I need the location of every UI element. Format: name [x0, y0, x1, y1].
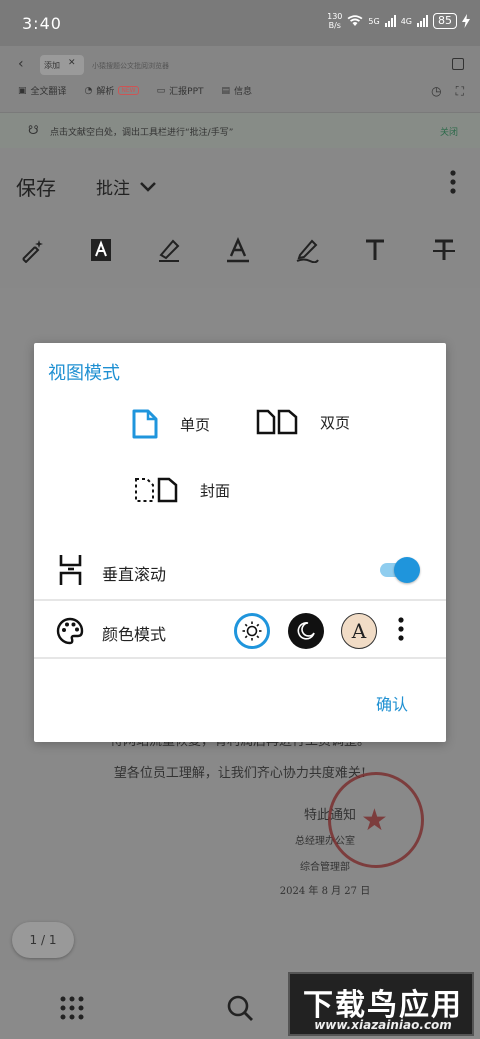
- chevron-down-icon: [140, 181, 156, 192]
- save-button[interactable]: 保存: [16, 172, 56, 201]
- single-page-option[interactable]: 单页: [132, 409, 210, 439]
- magic-pen-icon: [22, 240, 43, 263]
- mode-dropdown[interactable]: 批注: [96, 174, 156, 199]
- history-icon[interactable]: ◷: [431, 84, 441, 99]
- highlighter-icon: [159, 239, 180, 262]
- annotation-toolbar: 保存 批注: [0, 148, 480, 288]
- confirm-button[interactable]: 确认: [376, 691, 408, 715]
- cover-page-icon: [135, 477, 178, 503]
- hint-bar: ☋ 点击文献空白处，调出工具栏进行“批注/手写” 关闭: [0, 112, 480, 148]
- vertical-scroll-label: 垂直滚动: [102, 565, 167, 584]
- tab-row: ‹ 添加 ✕ 小猿搜题公文批阅浏览器: [0, 52, 480, 78]
- moon-icon: [297, 622, 315, 640]
- status-icons: 130 B/s 5G 4G 85: [327, 12, 470, 30]
- charging-icon: [462, 14, 470, 28]
- sun-icon: [242, 621, 262, 641]
- pen-tool[interactable]: [293, 236, 321, 264]
- strikethrough-icon: [432, 239, 455, 260]
- new-badge: NEW: [118, 86, 139, 95]
- status-time: 3:40: [22, 14, 62, 33]
- info-icon: ▤: [221, 85, 231, 96]
- hint-lightbulb-icon: ☋: [28, 123, 39, 137]
- text-box-tool[interactable]: [87, 236, 115, 264]
- single-page-icon: [132, 409, 158, 439]
- search-icon[interactable]: [226, 994, 254, 1022]
- single-page-label: 单页: [180, 415, 211, 434]
- battery-indicator: 85: [433, 13, 457, 29]
- dialog-title: 视图模式: [48, 363, 120, 384]
- strikethrough-tool[interactable]: [430, 236, 458, 264]
- browser-tools: ▣ 全文翻译 ◔ 解析 NEW ▭ 汇报PPT ▤ 信息: [18, 84, 253, 98]
- hint-close-button[interactable]: 关闭: [440, 125, 458, 138]
- mode-label: 批注: [96, 179, 130, 199]
- sepia-letter: A: [351, 619, 367, 643]
- signal-bars-icon: [417, 15, 428, 27]
- doc-line: 2024 年 8 月 27 日: [279, 886, 371, 897]
- signal-4g-label: 4G: [400, 16, 412, 26]
- back-icon[interactable]: ‹: [18, 56, 24, 72]
- vertical-scroll-row[interactable]: 垂直滚动: [34, 547, 446, 595]
- light-mode-button[interactable]: [234, 613, 270, 649]
- more-vertical-icon[interactable]: [450, 170, 456, 194]
- tab-switcher-icon[interactable]: [452, 58, 464, 70]
- tab-close-icon[interactable]: ✕: [68, 58, 76, 68]
- grid-icon[interactable]: [60, 996, 84, 1020]
- signal-bars-icon: [384, 15, 396, 27]
- text-box-icon: [90, 239, 111, 261]
- dark-mode-button[interactable]: [288, 613, 324, 649]
- wifi-icon: [347, 15, 363, 26]
- analyze-icon: ◔: [84, 85, 93, 96]
- doc-line: 望各位员工理解，让我们齐心协力共度难关!: [113, 766, 367, 781]
- tab-other[interactable]: 小猿搜题公文批阅浏览器: [92, 61, 169, 71]
- cover-label: 封面: [200, 481, 231, 500]
- hint-text: 点击文献空白处，调出工具栏进行“批注/手写”: [50, 128, 234, 138]
- status-bar: 3:40 130 B/s 5G 4G 85: [0, 0, 480, 46]
- official-seal: ★: [328, 772, 424, 868]
- ppt-icon: ▭: [156, 85, 166, 96]
- view-mode-dialog: 视图模式 单页 双页 封面 垂直滚动 颜色模式 A 确认: [34, 343, 446, 742]
- text-t-icon: [366, 239, 385, 260]
- text-underline-tool[interactable]: [224, 236, 252, 264]
- fullscreen-icon[interactable]: ⛶: [456, 84, 464, 99]
- translate-icon: ▣: [18, 85, 27, 96]
- vertical-scroll-toggle[interactable]: [378, 557, 420, 583]
- seal-star-icon: ★: [361, 803, 388, 838]
- watermark-url: www.xiazainiao.com: [314, 1018, 452, 1032]
- more-vertical-icon[interactable]: [398, 617, 404, 641]
- double-page-icon: [256, 409, 298, 435]
- signal-5g-label: 5G: [368, 16, 380, 26]
- page-indicator[interactable]: 1 / 1: [12, 922, 74, 958]
- divider: [34, 657, 446, 659]
- text-tool[interactable]: [361, 236, 389, 264]
- analyze-tool[interactable]: ◔ 解析 NEW: [85, 84, 139, 97]
- divider: [34, 599, 446, 601]
- watermark-logo: 下载鸟应用 www.xiazainiao.com: [288, 972, 474, 1036]
- palette-icon: [56, 617, 84, 645]
- color-mode-row: 颜色模式 A: [34, 603, 446, 659]
- network-speed: 130 B/s: [327, 12, 343, 30]
- ppt-tool[interactable]: ▭ 汇报PPT: [156, 84, 204, 98]
- color-mode-label: 颜色模式: [102, 625, 167, 644]
- doc-line: 综合管理部: [300, 862, 350, 873]
- translate-tool[interactable]: ▣ 全文翻译: [18, 84, 67, 98]
- browser-tools-right: ◷ ⛶: [431, 84, 464, 99]
- highlighter-tool[interactable]: [155, 236, 183, 264]
- sepia-mode-button[interactable]: A: [341, 613, 377, 649]
- double-page-label: 双页: [320, 413, 351, 432]
- info-tool[interactable]: ▤ 信息: [221, 84, 253, 98]
- tab-active[interactable]: 添加: [40, 55, 84, 75]
- vertical-scroll-icon: [59, 555, 82, 585]
- double-page-option[interactable]: 双页: [256, 409, 350, 435]
- magic-pen-tool[interactable]: [18, 236, 46, 264]
- text-underline-icon: [226, 237, 249, 263]
- browser-bar: ‹ 添加 ✕ 小猿搜题公文批阅浏览器 ▣ 全文翻译 ◔ 解析 NEW ▭ 汇报PPT ▤…: [0, 46, 480, 112]
- tool-row: [18, 236, 458, 264]
- pen-icon: [296, 239, 319, 263]
- cover-option[interactable]: 封面: [134, 477, 230, 503]
- toggle-knob: [394, 557, 420, 583]
